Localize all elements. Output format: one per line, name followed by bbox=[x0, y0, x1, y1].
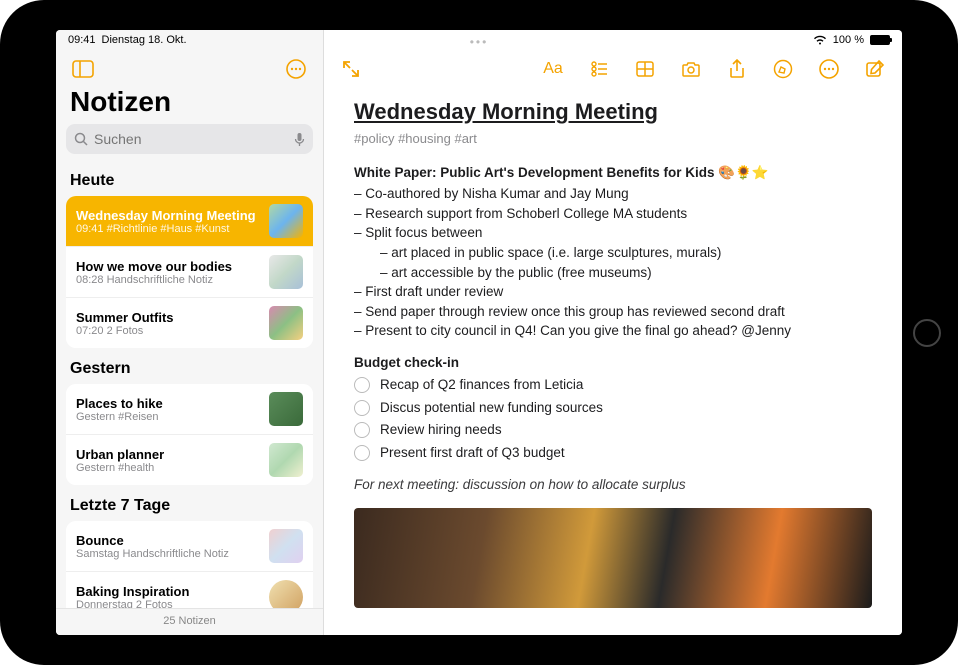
checklist-label: Review hiring needs bbox=[380, 420, 502, 440]
checklist-item[interactable]: Recap of Q2 finances from Leticia bbox=[354, 375, 872, 395]
note-tags: #policy #housing #art bbox=[354, 130, 872, 149]
note-body[interactable]: Wednesday Morning Meeting #policy #housi… bbox=[324, 86, 902, 635]
note-item[interactable]: How we move our bodies 08:28 Handschrift… bbox=[66, 246, 313, 297]
status-bar: 09:41 Dienstag 18. Okt. 100 % bbox=[56, 30, 902, 50]
checklist-item[interactable]: Review hiring needs bbox=[354, 420, 872, 440]
note-line: – Research support from Schoberl College… bbox=[354, 204, 872, 224]
status-date: Dienstag 18. Okt. bbox=[102, 34, 187, 46]
note-subtitle: Gestern #Reisen bbox=[76, 411, 261, 423]
notes-sidebar: Notizen Heute Wednesday Mornin bbox=[56, 30, 324, 635]
note-line: – Split focus between bbox=[354, 223, 872, 243]
note-line: – First draft under review bbox=[354, 282, 872, 302]
note-subtitle: Samstag Handschriftliche Notiz bbox=[76, 548, 261, 560]
note-subtitle: 09:41 #Richtlinie #Haus #Kunst bbox=[76, 223, 261, 235]
note-thumbnail bbox=[269, 580, 303, 608]
dictate-icon[interactable] bbox=[294, 132, 305, 147]
more-options-icon[interactable] bbox=[283, 56, 309, 82]
wifi-icon bbox=[813, 35, 827, 45]
note-item[interactable]: Bounce Samstag Handschriftliche Notiz bbox=[66, 521, 313, 571]
more-icon[interactable] bbox=[816, 56, 842, 82]
checklist-label: Discus potential new funding sources bbox=[380, 398, 603, 418]
checklist-label: Present first draft of Q3 budget bbox=[380, 443, 565, 463]
note-item[interactable]: Urban planner Gestern #health bbox=[66, 434, 313, 485]
note-attached-image[interactable] bbox=[354, 508, 872, 608]
note-line: – art placed in public space (i.e. large… bbox=[380, 243, 872, 263]
checkbox-icon[interactable] bbox=[354, 422, 370, 438]
section-header: Letzte 7 Tage bbox=[56, 489, 323, 521]
battery-icon bbox=[870, 35, 890, 45]
note-section-title: Budget check-in bbox=[354, 353, 872, 373]
checkbox-icon[interactable] bbox=[354, 377, 370, 393]
note-title: How we move our bodies bbox=[76, 259, 261, 274]
table-icon[interactable] bbox=[632, 56, 658, 82]
note-thumbnail bbox=[269, 204, 303, 238]
checkbox-icon[interactable] bbox=[354, 400, 370, 416]
note-title: Baking Inspiration bbox=[76, 584, 261, 599]
search-input[interactable] bbox=[94, 131, 288, 147]
checklist-item[interactable]: Present first draft of Q3 budget bbox=[354, 443, 872, 463]
checklist-label: Recap of Q2 finances from Leticia bbox=[380, 375, 583, 395]
sidebar-title: Notizen bbox=[56, 84, 323, 124]
expand-icon[interactable] bbox=[338, 56, 364, 82]
note-title: Bounce bbox=[76, 533, 261, 548]
battery-percent: 100 % bbox=[833, 34, 864, 46]
note-item[interactable]: Summer Outfits 07:20 2 Fotos bbox=[66, 297, 313, 348]
note-title: Summer Outfits bbox=[76, 310, 261, 325]
note-line: – Co-authored by Nisha Kumar and Jay Mun… bbox=[354, 184, 872, 204]
section-header: Heute bbox=[56, 164, 323, 196]
note-title: Wednesday Morning Meeting bbox=[76, 208, 261, 223]
sidebar-footer: 25 Notizen bbox=[56, 608, 323, 635]
note-line: – Send paper through review once this gr… bbox=[354, 302, 872, 322]
checklist-item[interactable]: Discus potential new funding sources bbox=[354, 398, 872, 418]
note-subtitle: Donnerstag 2 Fotos bbox=[76, 599, 261, 609]
note-thumbnail bbox=[269, 529, 303, 563]
note-item[interactable]: Wednesday Morning Meeting 09:41 #Richtli… bbox=[66, 196, 313, 246]
sidebar-toggle-icon[interactable] bbox=[70, 56, 96, 82]
section-header: Gestern bbox=[56, 352, 323, 384]
note-heading: Wednesday Morning Meeting bbox=[354, 96, 872, 128]
note-thumbnail bbox=[269, 306, 303, 340]
note-footer-line: For next meeting: discussion on how to a… bbox=[354, 475, 872, 495]
checkbox-icon[interactable] bbox=[354, 445, 370, 461]
note-thumbnail bbox=[269, 443, 303, 477]
note-thumbnail bbox=[269, 255, 303, 289]
status-time: 09:41 bbox=[68, 34, 96, 46]
compose-icon[interactable] bbox=[862, 56, 888, 82]
note-line: – art accessible by the public (free mus… bbox=[380, 263, 872, 283]
camera-icon[interactable] bbox=[678, 56, 704, 82]
search-field[interactable] bbox=[66, 124, 313, 154]
markup-icon[interactable] bbox=[770, 56, 796, 82]
checklist-icon[interactable] bbox=[586, 56, 612, 82]
note-thumbnail bbox=[269, 392, 303, 426]
note-editor: ••• Aa bbox=[324, 30, 902, 635]
home-button[interactable] bbox=[913, 319, 941, 347]
note-title: Places to hike bbox=[76, 396, 261, 411]
note-subtitle: Gestern #health bbox=[76, 462, 261, 474]
note-item[interactable]: Places to hike Gestern #Reisen bbox=[66, 384, 313, 434]
text-format-button[interactable]: Aa bbox=[540, 56, 566, 82]
note-item[interactable]: Baking Inspiration Donnerstag 2 Fotos bbox=[66, 571, 313, 608]
note-line: – Present to city council in Q4! Can you… bbox=[354, 321, 872, 341]
editor-toolbar: ••• Aa bbox=[324, 50, 902, 86]
note-subtitle: 08:28 Handschriftliche Notiz bbox=[76, 274, 261, 286]
note-title: Urban planner bbox=[76, 447, 261, 462]
search-icon bbox=[74, 132, 88, 146]
note-subtitle: 07:20 2 Fotos bbox=[76, 325, 261, 337]
note-section-title: White Paper: Public Art's Development Be… bbox=[354, 163, 872, 183]
share-icon[interactable] bbox=[724, 56, 750, 82]
